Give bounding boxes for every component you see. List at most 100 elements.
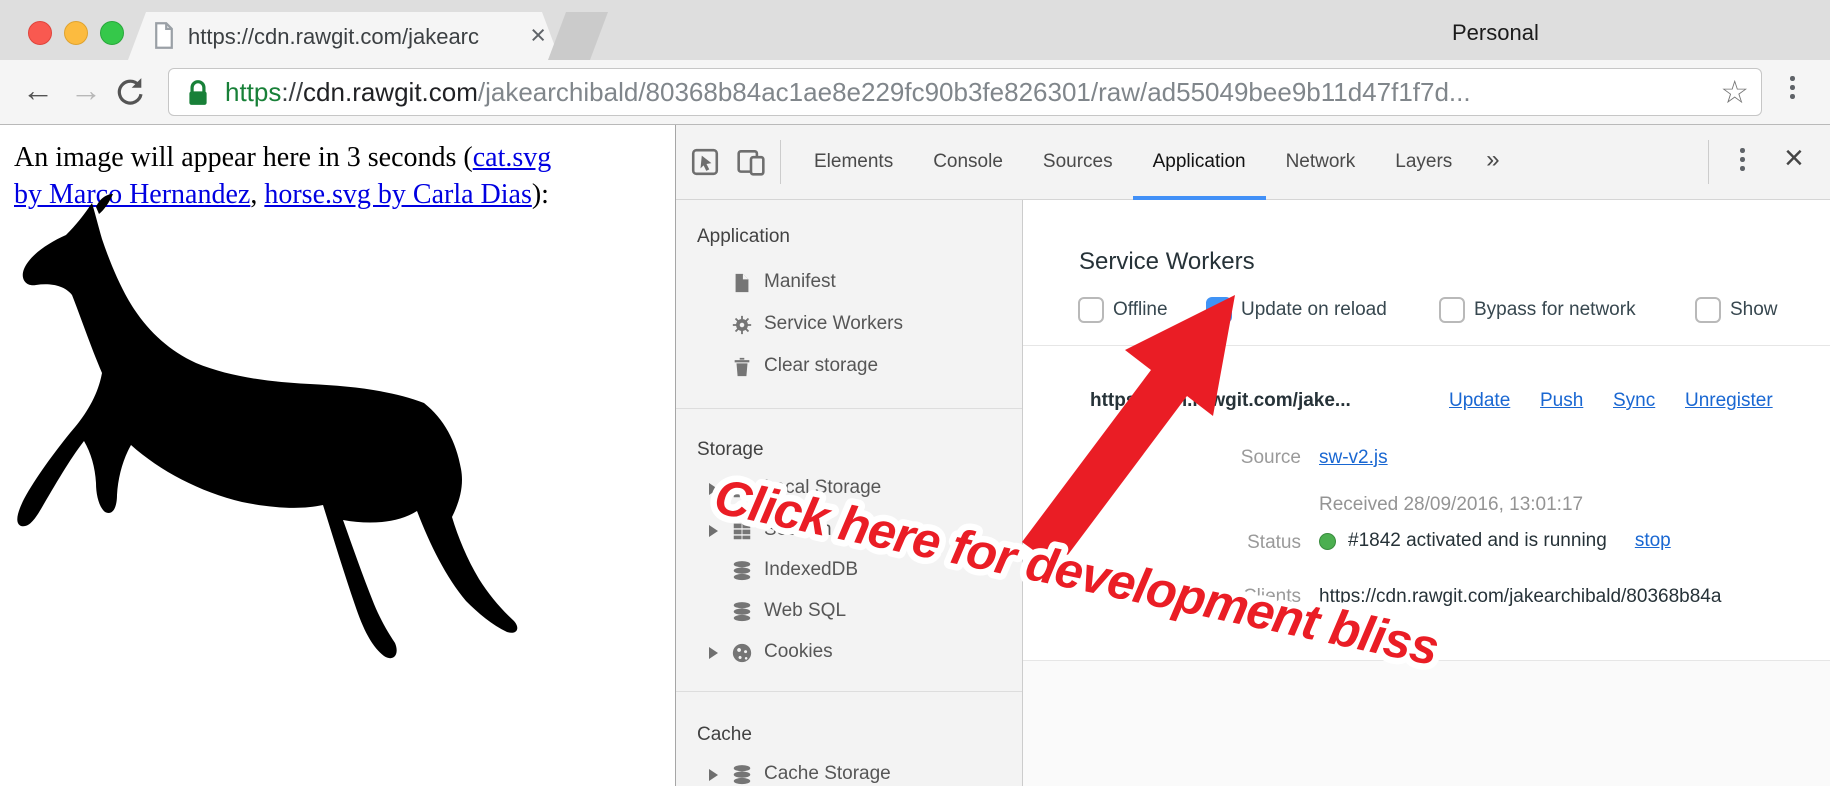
url-path: /jakearchibald/80368b84ac1ae8e229fc90b3f… (478, 77, 1471, 107)
service-workers-panel: Service Workers Offline Update on reload… (1023, 200, 1830, 786)
sync-link[interactable]: Sync (1613, 390, 1655, 412)
sidebar-item-session-storage[interactable]: Session Storage (676, 515, 1022, 547)
application-sidebar: Application Manifest Service Workers Cle… (676, 200, 1023, 786)
panel-title: Service Workers (1079, 248, 1255, 276)
sidebar-item-indexeddb[interactable]: IndexedDB (676, 555, 1022, 587)
received-timestamp: Received 28/09/2016, 13:01:17 (1319, 494, 1583, 516)
address-bar[interactable]: https://cdn.rawgit.com/jakearchibald/803… (168, 68, 1762, 116)
expand-triangle-icon[interactable] (709, 769, 718, 781)
checkbox-box[interactable] (1695, 297, 1721, 323)
update-link[interactable]: Update (1449, 390, 1510, 412)
tab-close-icon[interactable]: × (530, 20, 546, 50)
stop-link[interactable]: stop (1635, 530, 1671, 552)
status-row: #1842 activated and is running stop (1319, 530, 1671, 552)
browser-toolbar: ← → https://cdn.rawgit.com/jakearchibald… (0, 60, 1830, 125)
profile-label: Personal (1452, 20, 1539, 46)
sidebar-item-clear-storage[interactable]: Clear storage (676, 351, 1022, 383)
worker-origin: https://cdn.rawgit.com/jake... (1090, 390, 1351, 412)
tab-title-fade (480, 24, 510, 52)
back-button[interactable]: ← (22, 72, 54, 109)
browser-menu-icon[interactable] (1790, 76, 1795, 99)
url-text: https://cdn.rawgit.com/jakearchibald/803… (225, 77, 1685, 108)
push-link[interactable]: Push (1540, 390, 1583, 412)
panel-divider (1023, 345, 1830, 346)
sidebar-item-manifest[interactable]: Manifest (676, 267, 1022, 299)
url-scheme: https (225, 77, 281, 107)
horse-image (8, 193, 548, 663)
tab-application[interactable]: Application (1133, 125, 1266, 200)
trash-icon (731, 356, 753, 378)
status-label: Status (1079, 532, 1301, 554)
sidebar-section-application: Application (697, 226, 790, 248)
fullscreen-window-button[interactable] (100, 21, 124, 45)
paragraph-text: An image will appear here in 3 seconds ( (14, 142, 473, 173)
panel-footer-area (1023, 661, 1830, 786)
toolbar-divider (1708, 140, 1709, 184)
database-icon (731, 560, 753, 582)
reload-button[interactable] (114, 76, 144, 114)
client-url: https://cdn.rawgit.com/jakearchibald/803… (1319, 586, 1830, 608)
new-tab-button[interactable] (548, 12, 608, 60)
tab-elements[interactable]: Elements (794, 125, 913, 200)
devtools-tab-bar: Elements Console Sources Application Net… (794, 125, 1514, 200)
forward-button[interactable]: → (70, 72, 102, 109)
update-on-reload-checkbox[interactable]: Update on reload (1206, 297, 1387, 323)
gear-icon (731, 314, 753, 336)
tab-layers[interactable]: Layers (1375, 125, 1472, 200)
devtools-menu-icon[interactable] (1740, 148, 1745, 171)
source-label: Source (1079, 447, 1301, 469)
url-separator: :// (281, 77, 303, 107)
tab-strip: https://cdn.rawgit.com/jakearc × Persona… (0, 0, 1830, 60)
tab-console[interactable]: Console (913, 125, 1023, 200)
sidebar-item-cache-storage[interactable]: Cache Storage (676, 759, 1022, 786)
url-host: cdn.rawgit.com (303, 77, 478, 107)
bookmark-star-icon[interactable]: ☆ (1720, 73, 1749, 111)
offline-checkbox[interactable]: Offline (1078, 297, 1168, 323)
devtools-toolbar: Elements Console Sources Application Net… (676, 125, 1830, 200)
bypass-for-network-checkbox[interactable]: Bypass for network (1439, 297, 1636, 323)
status-green-dot-icon (1319, 533, 1336, 550)
checkbox-box[interactable] (1078, 297, 1104, 323)
sidebar-item-cookies[interactable]: Cookies (676, 637, 1022, 669)
unregister-link[interactable]: Unregister (1685, 390, 1773, 412)
sidebar-item-web-sql[interactable]: Web SQL (676, 596, 1022, 628)
expand-triangle-icon[interactable] (709, 525, 718, 537)
sidebar-section-cache: Cache (697, 724, 752, 746)
cookie-icon (731, 642, 753, 664)
checkbox-box[interactable] (1439, 297, 1465, 323)
devtools-close-icon[interactable]: × (1784, 139, 1804, 178)
checkbox-box-checked[interactable] (1206, 297, 1232, 323)
source-file-link[interactable]: sw-v2.js (1319, 447, 1388, 469)
file-icon (731, 272, 753, 294)
minimize-window-button[interactable] (64, 21, 88, 45)
sidebar-divider (676, 691, 1022, 692)
table-icon (731, 478, 753, 500)
close-window-button[interactable] (28, 21, 52, 45)
database-icon (731, 764, 753, 786)
inspect-element-icon[interactable] (690, 147, 720, 182)
show-all-checkbox[interactable]: Show (1695, 297, 1778, 323)
expand-triangle-icon[interactable] (709, 647, 718, 659)
tab-sources[interactable]: Sources (1023, 125, 1133, 200)
more-tabs-icon[interactable]: » (1472, 125, 1513, 200)
clients-label: Clients (1079, 586, 1301, 608)
page-content: An image will appear here in 3 seconds (… (0, 125, 675, 786)
database-icon (731, 601, 753, 623)
sidebar-section-storage: Storage (697, 439, 764, 461)
secure-lock-icon[interactable] (187, 79, 209, 112)
sidebar-item-service-workers[interactable]: Service Workers (676, 309, 1022, 341)
toolbar-divider (780, 140, 781, 184)
sidebar-divider (676, 408, 1022, 409)
tab-title: https://cdn.rawgit.com/jakearc (188, 24, 510, 50)
expand-triangle-icon[interactable] (709, 483, 718, 495)
tab-network[interactable]: Network (1266, 125, 1376, 200)
browser-window: https://cdn.rawgit.com/jakearc × Persona… (0, 0, 1830, 786)
table-icon (731, 520, 753, 542)
device-toolbar-icon[interactable] (736, 147, 766, 182)
browser-tab[interactable]: https://cdn.rawgit.com/jakearc × (128, 12, 560, 60)
devtools-panel: Elements Console Sources Application Net… (675, 125, 1830, 786)
cat-svg-link[interactable]: cat.svg (473, 142, 552, 173)
status-text: #1842 activated and is running (1348, 530, 1607, 552)
page-document-icon (154, 22, 174, 54)
sidebar-item-local-storage[interactable]: Local Storage (676, 473, 1022, 505)
